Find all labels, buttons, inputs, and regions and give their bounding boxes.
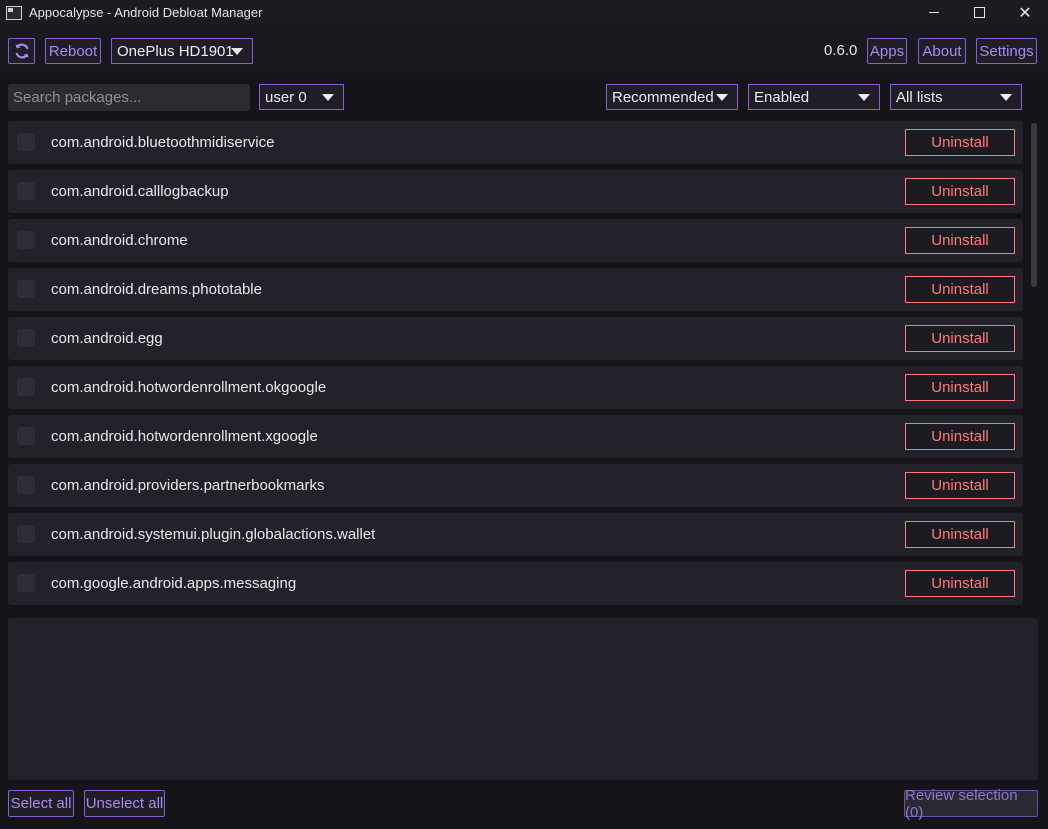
maximize-button[interactable]	[956, 0, 1002, 25]
package-checkbox[interactable]	[17, 182, 35, 200]
description-panel	[8, 618, 1038, 780]
uninstall-button[interactable]: Uninstall	[905, 374, 1015, 401]
refresh-button[interactable]	[8, 38, 35, 64]
apps-button[interactable]: Apps	[867, 38, 907, 64]
recommendation-select-value: Recommended	[612, 88, 714, 106]
chevron-down-icon	[858, 94, 870, 101]
user-select-value: user 0	[265, 88, 307, 106]
uninstall-button[interactable]: Uninstall	[905, 472, 1015, 499]
package-checkbox[interactable]	[17, 476, 35, 494]
uninstall-button[interactable]: Uninstall	[905, 276, 1015, 303]
package-checkbox[interactable]	[17, 231, 35, 249]
device-select[interactable]: OnePlus HD1901	[111, 38, 253, 64]
list-item: com.android.hotwordenrollment.xgoogle Un…	[8, 415, 1023, 458]
chevron-down-icon	[231, 48, 243, 55]
list-scrollbar[interactable]	[1031, 123, 1037, 287]
uninstall-button[interactable]: Uninstall	[905, 423, 1015, 450]
package-name: com.android.systemui.plugin.globalaction…	[51, 526, 376, 543]
minimize-icon	[929, 12, 939, 13]
list-item: com.google.android.apps.messaging Uninst…	[8, 562, 1023, 605]
package-name: com.android.hotwordenrollment.okgoogle	[51, 379, 327, 396]
package-checkbox[interactable]	[17, 133, 35, 151]
uninstall-button[interactable]: Uninstall	[905, 521, 1015, 548]
title-bar: Appocalypse - Android Debloat Manager ✕	[0, 0, 1048, 25]
package-name: com.android.bluetoothmidiservice	[51, 134, 275, 151]
list-item: com.android.systemui.plugin.globalaction…	[8, 513, 1023, 556]
list-item: com.android.bluetoothmidiservice Uninsta…	[8, 121, 1023, 164]
uninstall-button[interactable]: Uninstall	[905, 129, 1015, 156]
list-item: com.android.dreams.phototable Uninstall	[8, 268, 1023, 311]
close-button[interactable]: ✕	[1002, 0, 1048, 25]
list-item: com.android.providers.partnerbookmarks U…	[8, 464, 1023, 507]
package-checkbox[interactable]	[17, 525, 35, 543]
package-name: com.android.hotwordenrollment.xgoogle	[51, 428, 318, 445]
reboot-button[interactable]: Reboot	[45, 38, 101, 64]
state-select-value: Enabled	[754, 88, 810, 106]
toolbar: Reboot OnePlus HD1901 0.6.0 Apps About S…	[0, 25, 1048, 73]
package-checkbox[interactable]	[17, 574, 35, 592]
list-item: com.android.egg Uninstall	[8, 317, 1023, 360]
package-checkbox[interactable]	[17, 329, 35, 347]
minimize-button[interactable]	[911, 0, 957, 25]
app-icon	[6, 5, 22, 20]
chevron-down-icon	[716, 94, 728, 101]
package-name: com.android.dreams.phototable	[51, 281, 262, 298]
list-select[interactable]: All lists	[890, 84, 1022, 110]
search-input[interactable]	[8, 84, 250, 111]
version-label: 0.6.0	[824, 42, 858, 59]
list-select-value: All lists	[896, 88, 943, 106]
window-title: Appocalypse - Android Debloat Manager	[29, 5, 263, 20]
chevron-down-icon	[322, 94, 334, 101]
settings-button[interactable]: Settings	[976, 38, 1037, 64]
package-name: com.google.android.apps.messaging	[51, 575, 297, 592]
package-checkbox[interactable]	[17, 280, 35, 298]
close-icon: ✕	[1018, 4, 1032, 22]
user-select[interactable]: user 0	[259, 84, 344, 110]
about-button[interactable]: About	[918, 38, 966, 64]
package-name: com.android.egg	[51, 330, 163, 347]
maximize-icon	[973, 7, 985, 18]
list-item: com.android.chrome Uninstall	[8, 219, 1023, 262]
list-item: com.android.calllogbackup Uninstall	[8, 170, 1023, 213]
state-select[interactable]: Enabled	[748, 84, 880, 110]
recommendation-select[interactable]: Recommended	[606, 84, 738, 110]
device-select-value: OnePlus HD1901	[117, 42, 234, 60]
package-name: com.android.providers.partnerbookmarks	[51, 477, 325, 494]
uninstall-button[interactable]: Uninstall	[905, 570, 1015, 597]
select-all-button[interactable]: Select all	[8, 790, 74, 817]
package-checkbox[interactable]	[17, 427, 35, 445]
package-name: com.android.chrome	[51, 232, 188, 249]
review-selection-button[interactable]: Review selection (0)	[904, 787, 1038, 821]
package-checkbox[interactable]	[17, 378, 35, 396]
refresh-icon	[14, 43, 29, 59]
uninstall-button[interactable]: Uninstall	[905, 178, 1015, 205]
chevron-down-icon	[1000, 94, 1012, 101]
uninstall-button[interactable]: Uninstall	[905, 227, 1015, 254]
unselect-all-button[interactable]: Unselect all	[84, 790, 165, 817]
package-name: com.android.calllogbackup	[51, 183, 229, 200]
uninstall-button[interactable]: Uninstall	[905, 325, 1015, 352]
list-item: com.android.hotwordenrollment.okgoogle U…	[8, 366, 1023, 409]
